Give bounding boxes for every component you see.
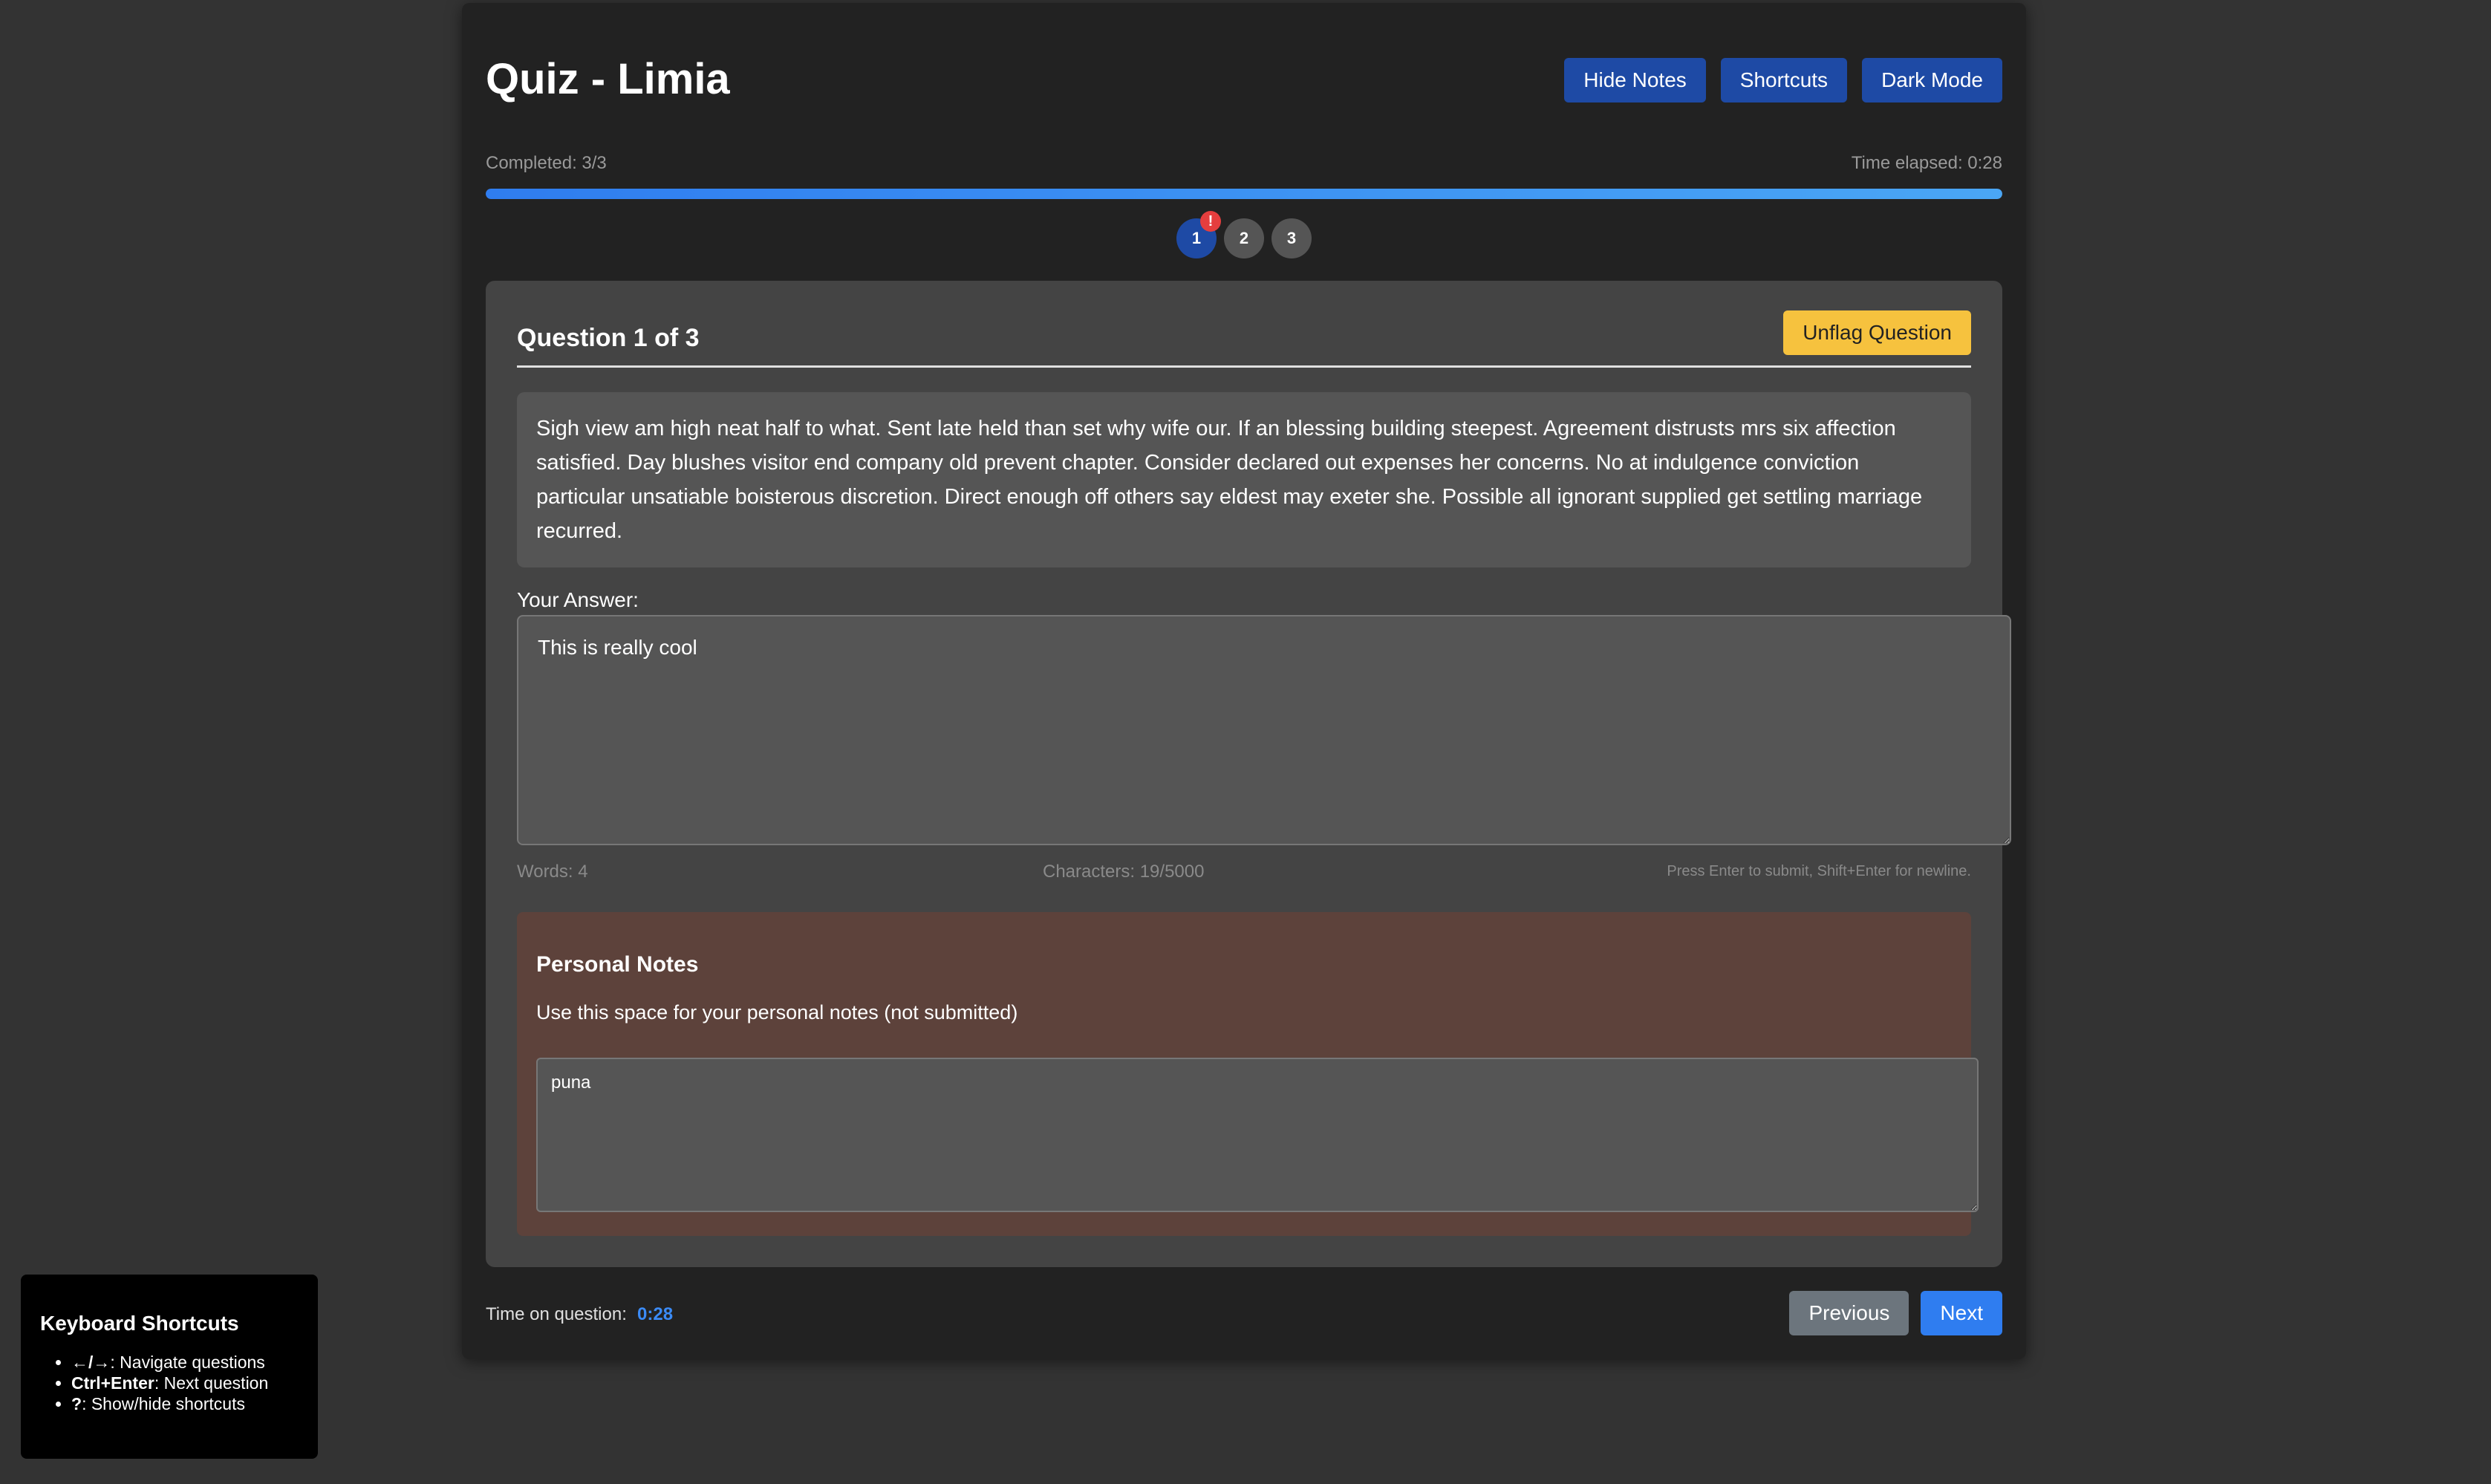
question-heading: Question 1 of 3 <box>517 324 700 352</box>
page-title: Quiz - Limia <box>486 55 730 103</box>
dark-mode-button[interactable]: Dark Mode <box>1862 58 2002 102</box>
quiz-container: Quiz - Limia Hide Notes Shortcuts Dark M… <box>462 3 2026 1359</box>
next-button[interactable]: Next <box>1921 1291 2002 1335</box>
submit-hint: Press Enter to submit, Shift+Enter for n… <box>1667 863 1971 879</box>
question-header: Question 1 of 3 Unflag Question <box>517 310 1971 368</box>
previous-button[interactable]: Previous <box>1789 1291 1909 1335</box>
question-nav-2[interactable]: 2 <box>1224 218 1264 258</box>
hide-notes-button[interactable]: Hide Notes <box>1564 58 1706 102</box>
time-on-question-label: Time on question: <box>486 1304 627 1324</box>
notes-textarea[interactable]: puna <box>536 1058 1979 1212</box>
shortcut-desc: : Show/hide shortcuts <box>82 1394 245 1413</box>
progress-fill <box>486 189 2002 199</box>
completed-count: Completed: 3/3 <box>486 153 607 173</box>
progress-info: Completed: 3/3 Time elapsed: 0:28 <box>486 153 2002 177</box>
word-count: Words: 4 <box>517 862 588 882</box>
notes-description: Use this space for your personal notes (… <box>536 1001 1018 1023</box>
question-nav-label: 2 <box>1239 229 1249 247</box>
question-nav: 1 ! 2 3 <box>462 211 2026 258</box>
question-nav-3[interactable]: 3 <box>1271 218 1312 258</box>
answer-textarea[interactable]: This is really cool <box>517 615 2011 845</box>
notes-title: Personal Notes <box>536 952 699 977</box>
nav-buttons: Previous Next <box>1789 1291 2002 1335</box>
personal-notes-panel: Personal Notes Use this space for your p… <box>517 912 1979 1236</box>
answer-label: Your Answer: <box>517 588 639 611</box>
time-on-question-value: 0:28 <box>637 1304 674 1324</box>
question-nav-label: 3 <box>1286 229 1297 247</box>
header-buttons: Hide Notes Shortcuts Dark Mode <box>1564 58 2002 102</box>
question-text: Sigh view am high neat half to what. Sen… <box>517 392 1971 567</box>
shortcuts-title: Keyboard Shortcuts <box>40 1312 239 1335</box>
keyboard-shortcuts-panel: Keyboard Shortcuts ←/→: Navigate questio… <box>21 1275 318 1459</box>
shortcuts-list: ←/→: Navigate questions Ctrl+Enter: Next… <box>40 1352 299 1414</box>
question-nav-label: 1 <box>1191 229 1202 247</box>
shortcut-item: ←/→: Navigate questions <box>71 1352 299 1373</box>
character-count: Characters: 19/5000 <box>1043 862 1205 882</box>
shortcut-key: ? <box>71 1394 82 1413</box>
time-elapsed: Time elapsed: 0:28 <box>1851 153 2002 173</box>
progress-bar <box>486 189 2002 199</box>
shortcut-key: Ctrl+Enter <box>71 1373 154 1393</box>
shortcut-desc: : Navigate questions <box>110 1353 265 1372</box>
answer-stats: Words: 4 Characters: 19/5000 Press Enter… <box>517 862 1971 887</box>
shortcut-key: ←/→ <box>71 1353 111 1372</box>
shortcuts-button[interactable]: Shortcuts <box>1720 58 1848 102</box>
quiz-footer: Time on question: 0:28 Previous Next <box>486 1291 2002 1338</box>
shortcut-desc: : Next question <box>154 1373 269 1393</box>
shortcut-item: ?: Show/hide shortcuts <box>71 1393 299 1414</box>
question-nav-1[interactable]: 1 ! <box>1176 211 1221 258</box>
quiz-header: Quiz - Limia Hide Notes Shortcuts Dark M… <box>486 51 2002 110</box>
shortcut-item: Ctrl+Enter: Next question <box>71 1373 299 1393</box>
unflag-question-button[interactable]: Unflag Question <box>1783 310 1971 355</box>
flag-badge-icon: ! <box>1200 211 1221 232</box>
question-card: Question 1 of 3 Unflag Question Sigh vie… <box>486 281 2011 1267</box>
